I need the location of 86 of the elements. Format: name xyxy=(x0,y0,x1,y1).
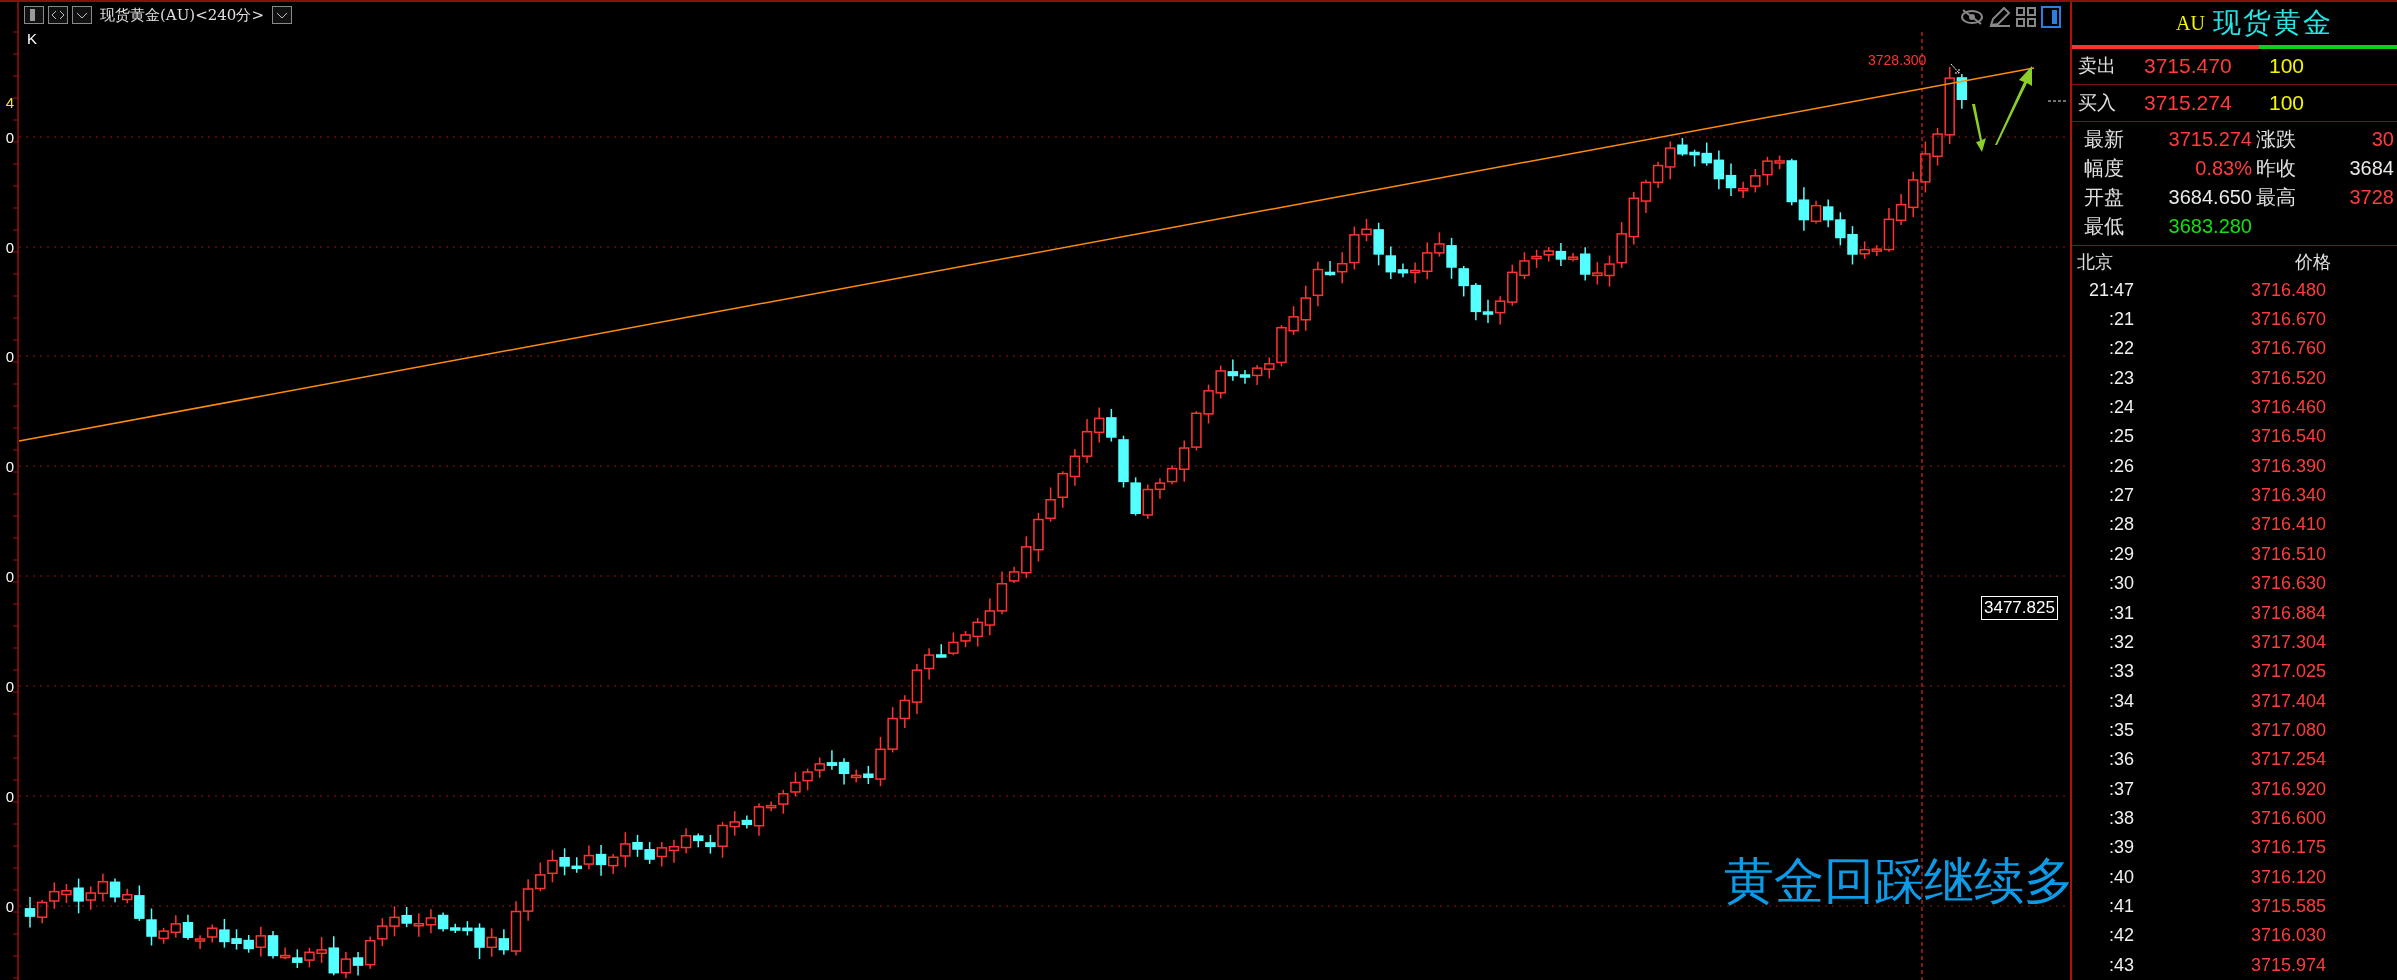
tick-time: :26 xyxy=(2107,455,2134,477)
tick-time: :41 xyxy=(2107,896,2134,918)
tick-time: :27 xyxy=(2107,485,2134,507)
tick-price: 3716.460 xyxy=(2249,397,2326,418)
stat-value: 3715.274 xyxy=(2167,127,2252,153)
order-label: 卖出 xyxy=(2078,54,2117,79)
stat-value: 0.83% xyxy=(2194,156,2252,182)
tick-time: :21 xyxy=(2107,308,2134,330)
high-price-label: 3728.300 xyxy=(1868,52,1927,68)
axis-label: 0 xyxy=(4,677,14,695)
tick-time: :38 xyxy=(2107,808,2134,829)
stat-label: 幅度 xyxy=(2083,156,2125,182)
tick-price: 3716.480 xyxy=(2249,279,2326,301)
tick-price: 3716.340 xyxy=(2249,485,2326,507)
tick-time: :23 xyxy=(2107,367,2134,389)
column-header: 北京 xyxy=(2077,250,2114,274)
stat-label: 涨跌 xyxy=(2255,127,2297,153)
axis-label: 0 xyxy=(4,128,14,146)
tick-time: :43 xyxy=(2107,954,2134,976)
axis-label: 0 xyxy=(4,238,14,256)
tick-price: 3716.540 xyxy=(2249,426,2326,448)
tick-time: :24 xyxy=(2107,397,2134,418)
tick-time: :42 xyxy=(2107,925,2134,947)
tick-price: 3716.760 xyxy=(2249,338,2326,360)
symbol-name: 现货黄金 xyxy=(2212,6,2333,41)
stat-label: 最低 xyxy=(2083,214,2125,240)
tick-time: :39 xyxy=(2107,837,2134,859)
tick-price: 3716.670 xyxy=(2249,308,2326,330)
tick-time: 21:47 xyxy=(2087,279,2134,301)
axis-label: 0 xyxy=(4,347,14,365)
tick-time: :36 xyxy=(2107,749,2134,771)
tick-time: :37 xyxy=(2107,778,2134,800)
tick-price: 3715.585 xyxy=(2249,896,2326,918)
tick-price: 3717.404 xyxy=(2249,690,2326,712)
chart-title: 现货黄金(AU)<240分> xyxy=(100,5,264,25)
tick-time: :40 xyxy=(2107,866,2134,888)
tick-time: :35 xyxy=(2107,719,2134,741)
tick-time: :31 xyxy=(2107,602,2134,624)
order-price: 3715.274 xyxy=(2144,91,2233,116)
tick-price: 3716.920 xyxy=(2249,778,2326,800)
stat-value: 3728 xyxy=(2348,185,2394,211)
column-header: 价格 xyxy=(2294,250,2331,274)
tick-price: 3716.410 xyxy=(2249,514,2326,536)
tick-price: 3716.175 xyxy=(2249,837,2326,859)
tick-price: 3717.025 xyxy=(2249,661,2326,683)
axis-label: 0 xyxy=(4,897,14,915)
tick-time: :25 xyxy=(2107,426,2134,448)
stat-value: 3684.650 xyxy=(2167,185,2252,211)
tick-price: 3716.630 xyxy=(2249,573,2326,595)
tick-price: 3717.304 xyxy=(2249,631,2326,653)
axis-label: 0 xyxy=(4,457,14,475)
tick-time: :29 xyxy=(2107,543,2134,565)
annotation-text: 黄金回踩继续多 xyxy=(1724,851,2074,912)
stat-value: 30 xyxy=(2370,127,2394,153)
tick-price: 3716.510 xyxy=(2249,543,2326,565)
indicator-label: K xyxy=(26,30,38,47)
axis-label: 0 xyxy=(4,787,14,805)
stat-value: 3683.280 xyxy=(2167,214,2252,240)
tick-price: 3716.884 xyxy=(2249,602,2326,624)
tick-price: 3716.520 xyxy=(2249,367,2326,389)
order-label: 买入 xyxy=(2078,91,2117,116)
axis-label: 0 xyxy=(4,567,14,585)
tick-time: :34 xyxy=(2107,690,2134,712)
tick-price: 3715.974 xyxy=(2249,954,2326,976)
tick-price: 3716.600 xyxy=(2249,808,2326,829)
tick-price: 3716.030 xyxy=(2249,925,2326,947)
order-price: 3715.470 xyxy=(2144,54,2233,79)
tick-time: :33 xyxy=(2107,661,2134,683)
tick-time: :22 xyxy=(2107,338,2134,360)
tick-time: :28 xyxy=(2107,514,2134,536)
cursor-price-label: 3477.825 xyxy=(1981,596,2058,620)
order-volume: 100 xyxy=(2269,54,2305,79)
tick-time: :32 xyxy=(2107,631,2134,653)
tick-price: 3717.080 xyxy=(2249,719,2326,741)
stat-label: 最高 xyxy=(2255,185,2297,211)
stat-label: 昨收 xyxy=(2255,156,2297,182)
order-volume: 100 xyxy=(2269,91,2305,116)
tick-price: 3716.120 xyxy=(2249,866,2326,888)
tick-price: 3716.390 xyxy=(2249,455,2326,477)
axis-label: 4 xyxy=(4,93,14,111)
stat-label: 最新 xyxy=(2083,127,2125,153)
stat-value: 3684 xyxy=(2348,156,2394,182)
tick-time: :30 xyxy=(2107,573,2134,595)
symbol-code: AU xyxy=(2176,11,2205,35)
tick-price: 3717.254 xyxy=(2249,749,2326,771)
stat-label: 开盘 xyxy=(2083,185,2125,211)
